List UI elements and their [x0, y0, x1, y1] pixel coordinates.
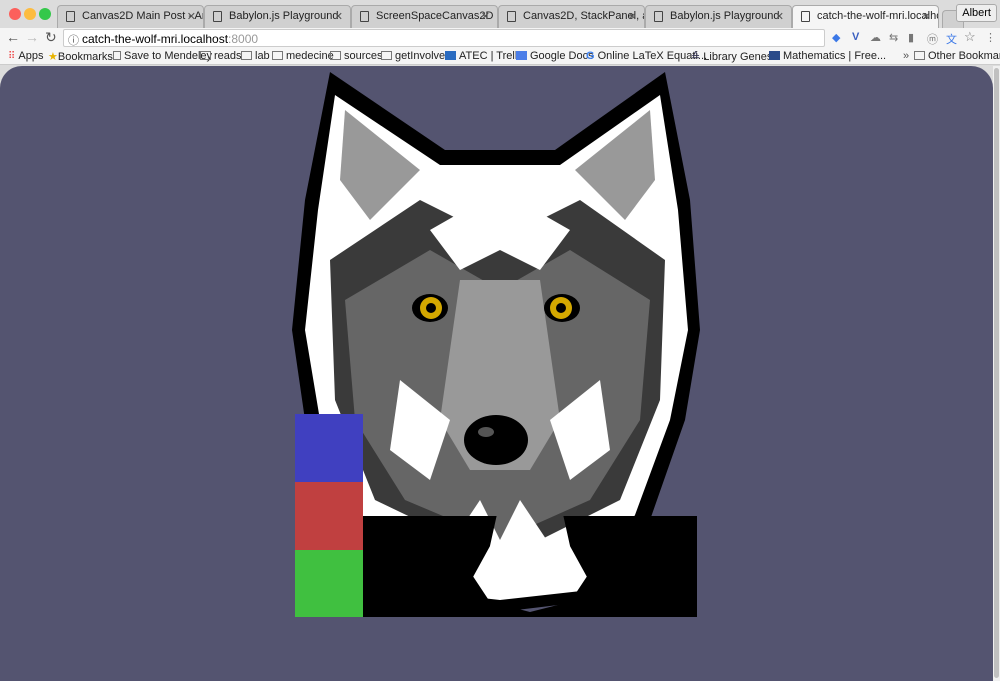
bookmark-latex[interactable]: G Online LaTeX Equati... [586, 50, 707, 62]
tab-label: Babylon.js Playground [670, 10, 780, 22]
bookmark-label: medecine [286, 50, 334, 62]
star-icon: ★ [48, 51, 58, 63]
reload-icon[interactable]: ↻ [45, 29, 57, 46]
tab-catch-the-wolf[interactable]: catch-the-wolf-mri.localhost:✕ [792, 5, 939, 28]
translate-icon[interactable]: 文 [946, 31, 957, 47]
bookmark-label: Save to Mendeley [124, 50, 213, 62]
bookmark-library-genesis[interactable]: ≙ Library Genesis [691, 50, 780, 63]
blue-square [295, 414, 363, 482]
zoom-window-button[interactable] [39, 8, 51, 20]
genesis-icon: ≙ [691, 51, 704, 63]
close-window-button[interactable] [9, 8, 21, 20]
close-tab-icon[interactable]: ✕ [775, 10, 784, 23]
bookmarks-overflow-button[interactable]: » [903, 50, 909, 62]
bookmark-label: ATEC | Trello [459, 50, 524, 62]
bookmark-trello[interactable]: ATEC | Trello [445, 50, 523, 62]
docs-icon [516, 51, 527, 60]
bookmark-label: Google Docs [530, 50, 594, 62]
scrollbar-thumb[interactable] [994, 68, 999, 678]
extension-bars-icon[interactable]: ▮ [908, 31, 914, 44]
bookmark-sources[interactable]: sources [330, 50, 383, 62]
math-icon [769, 51, 780, 60]
star-icon[interactable]: ☆ [964, 29, 976, 45]
extension-icon[interactable]: ◆ [832, 31, 840, 44]
green-square [295, 550, 363, 617]
bookmark-label: lab [255, 50, 270, 62]
bookmarks-bar: ⠿ Apps ★Bookmarks Save to Mendeley reads… [0, 48, 1000, 65]
google-icon: G [586, 50, 598, 62]
page-icon [654, 11, 663, 22]
extension-v-icon[interactable]: V [852, 31, 859, 43]
minimize-window-button[interactable] [24, 8, 36, 20]
bookmark-label: Apps [18, 50, 44, 62]
folder-icon [330, 51, 341, 60]
page-scrollbar[interactable] [993, 66, 1000, 681]
tab-screenspace-canvas2d[interactable]: ScreenSpaceCanvas2D Resi✕ [351, 5, 498, 28]
render-canvas[interactable] [0, 66, 993, 681]
bookmark-mathematics[interactable]: Mathematics | Free... [769, 50, 886, 62]
bookmark-lab[interactable]: lab [241, 50, 270, 62]
tab-babylon-playground[interactable]: Babylon.js Playground ✕ [204, 5, 351, 28]
address-port: :8000 [228, 32, 259, 46]
forward-icon[interactable]: → [25, 29, 39, 45]
red-square [295, 482, 363, 550]
toolbar: ← → ↻ ⓘ catch-the-wolf-mri.localhost:800… [0, 28, 1000, 48]
address-bar[interactable]: ⓘ catch-the-wolf-mri.localhost:8000 [63, 29, 825, 47]
tab-canvas2d-stackpanel[interactable]: Canvas2D, StackPanel, and a✕ [498, 5, 645, 28]
bookmark-getinvolved[interactable]: getInvolved [381, 50, 451, 62]
bookmark-label: Mathematics | Free... [783, 50, 887, 62]
back-icon[interactable]: ← [6, 29, 20, 45]
folder-icon [200, 51, 211, 60]
bookmark-medecine[interactable]: medecine [272, 50, 334, 62]
tab-label: Canvas2D, StackPanel, and a [523, 10, 644, 22]
tab-babylon-playground-2[interactable]: Babylon.js Playground ✕ [645, 5, 792, 28]
wolf-head-image [292, 72, 700, 612]
tab-canvas2d-main-post[interactable]: Canvas2D Main Post - Annou✕ [57, 5, 204, 28]
page-icon [213, 11, 222, 22]
bookmark-apps[interactable]: ⠿ Apps [8, 50, 43, 62]
folder-icon [381, 51, 392, 60]
apps-grid-icon: ⠿ [8, 51, 16, 62]
page-icon [360, 11, 369, 22]
tab-strip: Canvas2D Main Post - Annou✕ Babylon.js P… [0, 0, 1000, 28]
sync-icon[interactable]: ⇆ [889, 31, 898, 44]
profile-button[interactable]: Albert [956, 4, 997, 22]
folder-icon [914, 51, 925, 60]
tab-label: ScreenSpaceCanvas2D Resi [376, 10, 497, 22]
folder-icon [272, 51, 283, 60]
info-icon[interactable]: ⓘ [68, 32, 79, 48]
page-icon [66, 11, 75, 22]
bookmark-label: Bookmarks [57, 51, 113, 63]
close-tab-icon[interactable]: ✕ [334, 10, 343, 23]
page-icon [113, 51, 121, 60]
bookmark-label: getInvolved [395, 50, 452, 62]
close-tab-icon[interactable]: ✕ [187, 10, 196, 23]
bookmark-bookmarks[interactable]: ★Bookmarks [48, 50, 113, 63]
bookmark-label: sources [344, 50, 383, 62]
close-tab-icon[interactable]: ✕ [628, 10, 637, 23]
menu-icon[interactable]: ⋮ [985, 31, 996, 44]
page-icon [801, 11, 810, 22]
bookmark-reads[interactable]: reads [200, 50, 242, 62]
page-icon [507, 11, 516, 22]
bookmark-label: Other Bookmarks [928, 50, 1000, 62]
close-tab-icon[interactable]: ✕ [481, 10, 490, 23]
extension-m-icon[interactable]: ⓜ [927, 31, 938, 47]
bookmark-mendeley[interactable]: Save to Mendeley [113, 50, 212, 62]
bookmark-google-docs[interactable]: Google Docs [516, 50, 594, 62]
close-tab-icon[interactable]: ✕ [922, 10, 931, 23]
address-host: catch-the-wolf-mri.localhost [82, 32, 229, 46]
trello-icon [445, 51, 456, 60]
other-bookmarks[interactable]: Other Bookmarks [914, 50, 1000, 62]
folder-icon [241, 51, 252, 60]
cloud-icon[interactable]: ☁ [870, 31, 881, 44]
bookmark-label: reads [214, 50, 242, 62]
tab-label: Canvas2D Main Post - Annou [82, 10, 203, 22]
tab-label: Babylon.js Playground [229, 10, 339, 22]
tab-label: catch-the-wolf-mri.localhost: [817, 10, 938, 22]
